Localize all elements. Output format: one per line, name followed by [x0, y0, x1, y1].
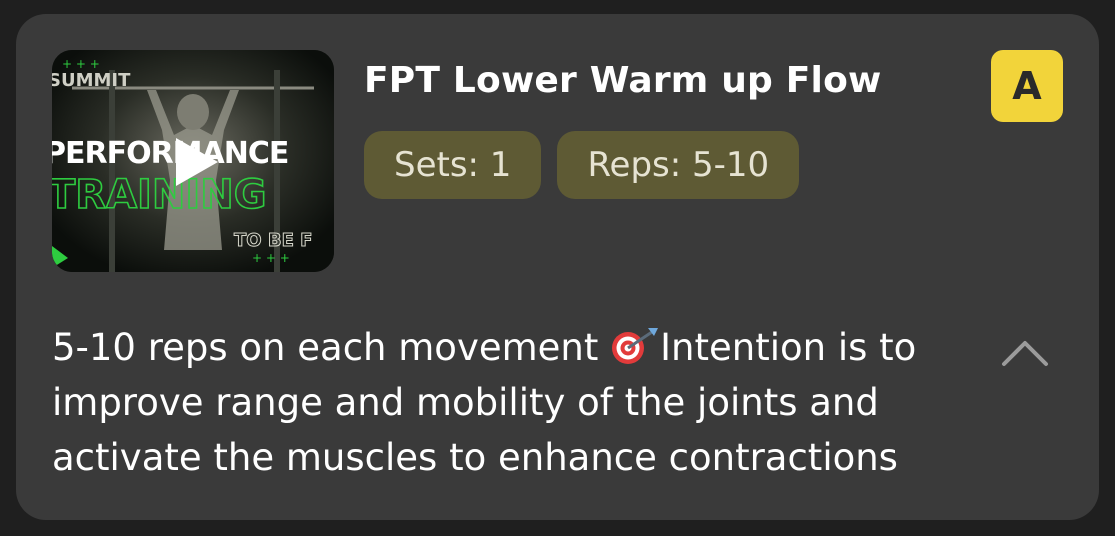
sets-chip: Sets: 1 [364, 131, 542, 199]
exercise-letter-badge: A [991, 50, 1063, 122]
svg-text:TRAINING: TRAINING [52, 172, 267, 218]
play-icon[interactable] [172, 136, 220, 188]
video-thumbnail[interactable]: + + + + + + SUMMIT PERFORMANCE TRAINING … [52, 50, 334, 272]
svg-text:PERFORMANCE: PERFORMANCE [52, 136, 288, 171]
exercise-description: 5-10 reps on each movement Intention is … [52, 320, 972, 485]
svg-text:TO BE F: TO BE F [234, 230, 312, 251]
svg-text:SUMMIT: SUMMIT [52, 70, 131, 91]
direct-hit-target-icon [612, 328, 659, 364]
description-text-start: 5-10 reps on each movement [52, 326, 611, 369]
exercise-title: FPT Lower Warm up Flow [364, 60, 882, 101]
svg-text:+ + +: + + + [252, 251, 290, 265]
exercise-stats: Sets: 1 Reps: 5-10 [364, 131, 800, 199]
exercise-card: + + + + + + SUMMIT PERFORMANCE TRAINING … [16, 14, 1099, 520]
reps-chip: Reps: 5-10 [557, 131, 800, 199]
svg-text:+ + +: + + + [62, 57, 100, 71]
chevron-up-icon[interactable] [1000, 334, 1050, 370]
